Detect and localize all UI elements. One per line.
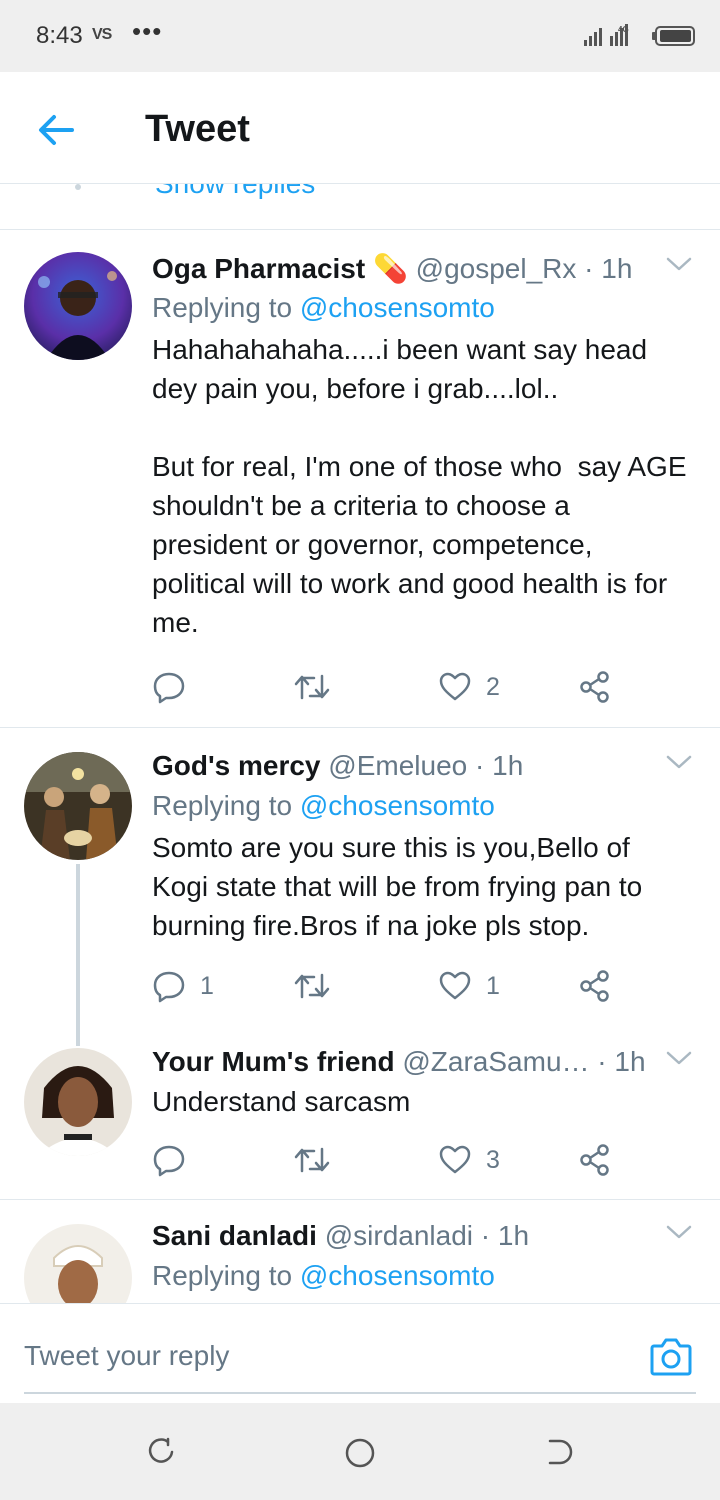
reply-composer[interactable]: Tweet your reply (0, 1303, 720, 1403)
heart-icon (439, 971, 471, 1000)
tweet[interactable]: Your Mum's friend @ZaraSamu… · 1h Unders… (0, 1026, 720, 1200)
share-icon (580, 671, 609, 703)
status-bar: 8:43 VS ••• 4G (0, 0, 720, 72)
share-button[interactable] (578, 667, 612, 707)
reply-icon (153, 672, 185, 704)
like-button[interactable]: 1 (438, 966, 500, 1006)
battery-icon (652, 26, 695, 46)
reply-input[interactable]: Tweet your reply (24, 1340, 229, 1372)
chevron-down-icon[interactable] (666, 1224, 692, 1240)
chevron-down-icon[interactable] (666, 1050, 692, 1066)
pill-emoji: 💊 (372, 253, 408, 284)
avatar[interactable] (24, 1048, 132, 1156)
retweet-icon (294, 1147, 330, 1173)
tweet-text: Somto are you sure this is you,Bello of … (152, 832, 651, 941)
share-button[interactable] (578, 966, 612, 1006)
chevron-down-icon[interactable] (666, 256, 692, 272)
carrier-badge: VS (92, 26, 112, 43)
like-count: 2 (486, 672, 500, 701)
thread-connector (76, 864, 80, 1046)
user-handle[interactable]: @sirdanladi (325, 1220, 473, 1251)
avatar[interactable] (24, 1224, 132, 1303)
replying-to-label: Replying to (152, 1260, 300, 1291)
system-nav-bar (0, 1403, 720, 1500)
like-button[interactable]: 2 (438, 667, 500, 707)
mention-link[interactable]: @chosensomto (300, 790, 495, 821)
user-handle[interactable]: @ZaraSamu… (402, 1046, 589, 1077)
replying-to: Replying to @chosensomto (152, 292, 692, 330)
mention-link[interactable]: @chosensomto (300, 292, 495, 323)
user-handle[interactable]: @Emelueo (328, 750, 467, 781)
share-icon (580, 1144, 609, 1176)
back-nav-icon[interactable] (546, 1437, 576, 1467)
retweet-button[interactable] (294, 1140, 344, 1180)
top-app-bar: Tweet (0, 72, 720, 184)
replying-to-label: Replying to (152, 292, 300, 323)
share-icon (580, 970, 609, 1002)
mention-link[interactable]: @chosensomto (300, 1260, 495, 1291)
retweet-button[interactable] (294, 966, 344, 1006)
user-name[interactable]: Your Mum's friend (152, 1046, 395, 1077)
tweet-time: · 1h (597, 1046, 646, 1077)
status-time: 8:43 (36, 22, 83, 49)
reply-count: 1 (200, 971, 214, 1000)
reply-button[interactable]: 1 (152, 966, 214, 1006)
tweet-time: · 1h (584, 253, 633, 284)
reply-icon (153, 971, 185, 1003)
tweet-actions: 2 (152, 667, 632, 707)
tweet[interactable]: Sani danladi @sirdanladi · 1h Replying t… (0, 1200, 720, 1303)
recent-apps-icon[interactable] (146, 1437, 176, 1467)
user-name[interactable]: Oga Pharmacist (152, 253, 365, 284)
back-button[interactable] (36, 112, 76, 148)
network-type: 4G (618, 25, 629, 34)
reply-input-underline (24, 1392, 696, 1394)
replying-to-label: Replying to (152, 790, 300, 821)
camera-icon[interactable] (650, 1336, 692, 1376)
reply-icon (153, 1145, 185, 1177)
home-icon[interactable] (344, 1437, 376, 1469)
heart-icon (439, 672, 471, 701)
replying-to: Replying to @chosensomto (152, 790, 692, 828)
thread-dot (75, 184, 81, 190)
tweet-time: · 1h (480, 1220, 530, 1251)
heart-icon (439, 1145, 471, 1174)
avatar[interactable] (24, 752, 132, 860)
more-notifications-icon: ••• (132, 16, 163, 46)
show-replies-link[interactable]: Show replies (155, 184, 315, 200)
avatar[interactable] (24, 252, 132, 360)
back-arrow-icon (39, 115, 74, 145)
retweet-icon (294, 674, 330, 700)
retweet-button[interactable] (294, 667, 344, 707)
page-title: Tweet (145, 108, 250, 150)
reply-button[interactable] (152, 667, 200, 707)
tweet-time: · 1h (475, 750, 524, 781)
tweet-actions: 3 (152, 1140, 632, 1180)
tweet[interactable]: Oga Pharmacist 💊 @gospel_Rx · 1h Replyin… (0, 230, 720, 728)
retweet-icon (294, 973, 330, 999)
user-name[interactable]: God's mercy (152, 750, 321, 781)
chevron-down-icon[interactable] (666, 754, 692, 770)
show-replies-row[interactable]: Show replies (0, 184, 720, 230)
tweet-actions: 1 1 (152, 966, 632, 1006)
like-count: 1 (486, 971, 500, 1000)
user-handle[interactable]: @gospel_Rx (416, 253, 577, 284)
user-name[interactable]: Sani danladi (152, 1220, 317, 1251)
like-button[interactable]: 3 (438, 1140, 500, 1180)
signal-icon: 4G (584, 24, 629, 46)
reply-button[interactable] (152, 1140, 200, 1180)
tweet-text: Hahahahahaha.....i been want say head de… (152, 334, 687, 638)
share-button[interactable] (578, 1140, 612, 1180)
tweet[interactable]: God's mercy @Emelueo · 1h Replying to @c… (0, 728, 720, 1046)
tweet-text: Understand sarcasm (152, 1086, 411, 1117)
like-count: 3 (486, 1145, 500, 1174)
replying-to: Replying to @chosensomto (152, 1260, 692, 1298)
